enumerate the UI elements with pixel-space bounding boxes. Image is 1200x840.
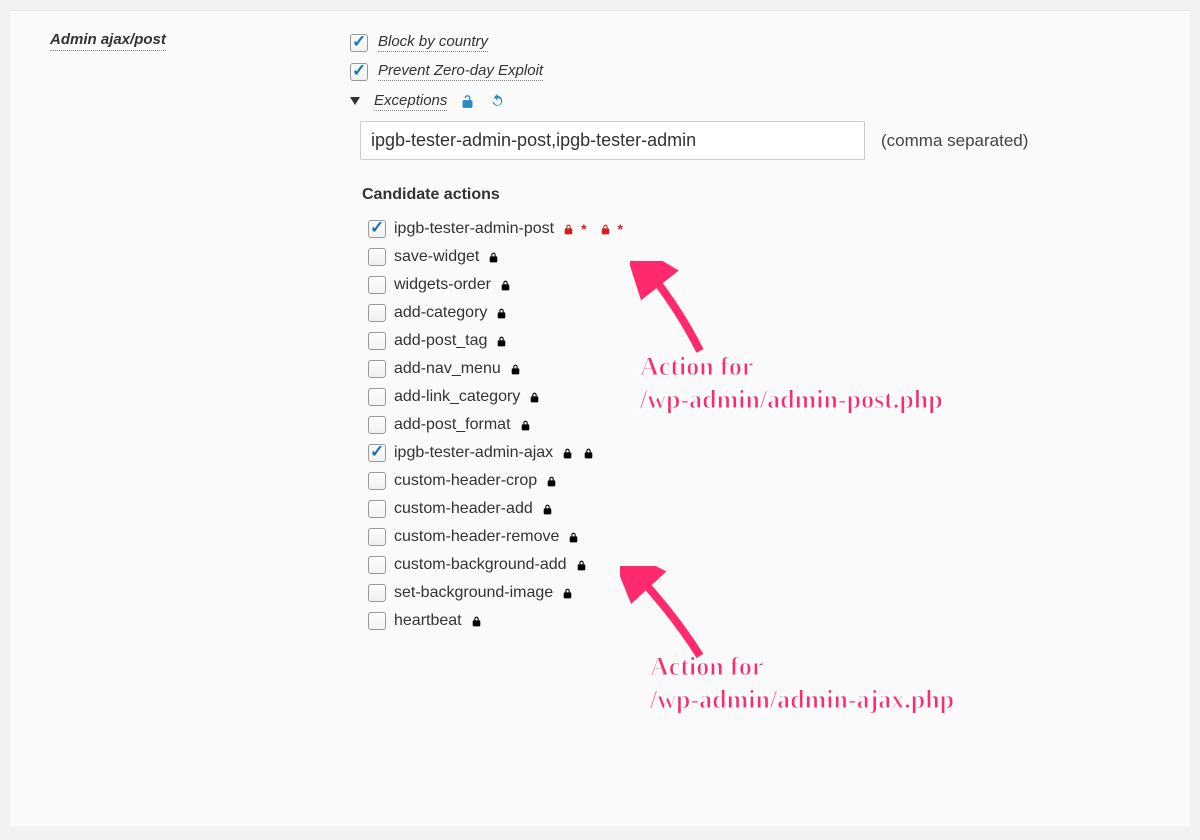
- lock-icon: [495, 306, 508, 321]
- candidate-checkbox[interactable]: [368, 584, 386, 602]
- candidate-label: add-category: [394, 304, 487, 322]
- candidate-checkbox[interactable]: [368, 248, 386, 266]
- asterisk-icon: *: [581, 221, 586, 237]
- candidate-checkbox[interactable]: [368, 612, 386, 630]
- lock-icon: [545, 474, 558, 489]
- candidate-label: custom-header-add: [394, 500, 533, 518]
- block-country-label: Block by country: [378, 33, 488, 52]
- lock-icon: [541, 502, 554, 517]
- prevent-zeroday-checkbox[interactable]: [350, 63, 368, 81]
- candidate-label: set-background-image: [394, 584, 553, 602]
- exceptions-hint: (comma separated): [881, 131, 1028, 151]
- lock-icon: [509, 362, 522, 377]
- lock-icon: [582, 446, 595, 461]
- candidate-label: add-nav_menu: [394, 360, 501, 378]
- annotation-admin-ajax: Action for/wp-admin/admin-ajax.php: [650, 651, 954, 716]
- option-row-block: Block by country: [350, 33, 1190, 52]
- candidate-checkbox[interactable]: [368, 332, 386, 350]
- refresh-icon[interactable]: [487, 91, 507, 111]
- lock-icon: [470, 614, 483, 629]
- candidate-checkbox[interactable]: [368, 500, 386, 518]
- lock-icon: [561, 446, 574, 461]
- exceptions-label: Exceptions: [374, 92, 447, 111]
- lock-icon: [575, 558, 588, 573]
- candidate-row: custom-header-crop: [368, 472, 1190, 490]
- candidate-label: custom-header-remove: [394, 528, 559, 546]
- lock-icon: [519, 418, 532, 433]
- candidate-label: heartbeat: [394, 612, 462, 630]
- candidate-list: ipgb-tester-admin-post * * save-widget widge…: [368, 220, 1190, 630]
- candidate-row: add-post_tag: [368, 332, 1190, 350]
- section-title: Admin ajax/post: [50, 31, 166, 51]
- candidate-label: add-link_category: [394, 388, 520, 406]
- collapse-triangle-icon[interactable]: [350, 93, 364, 110]
- asterisk-icon: *: [618, 221, 623, 237]
- lock-icon: [499, 278, 512, 293]
- candidate-row: add-category: [368, 304, 1190, 322]
- candidate-label: custom-header-crop: [394, 472, 537, 490]
- lock-icon: [562, 222, 575, 237]
- candidate-row: ipgb-tester-admin-ajax: [368, 444, 1190, 462]
- candidate-checkbox[interactable]: [368, 528, 386, 546]
- candidate-checkbox[interactable]: [368, 276, 386, 294]
- candidate-checkbox[interactable]: [368, 220, 386, 238]
- unlock-icon[interactable]: [457, 91, 477, 111]
- block-country-checkbox[interactable]: [350, 34, 368, 52]
- candidate-label: ipgb-tester-admin-post: [394, 220, 554, 238]
- candidate-row: heartbeat: [368, 612, 1190, 630]
- candidate-checkbox[interactable]: [368, 556, 386, 574]
- candidate-label: add-post_format: [394, 416, 511, 434]
- candidate-label: save-widget: [394, 248, 479, 266]
- candidate-row: set-background-image: [368, 584, 1190, 602]
- candidate-label: ipgb-tester-admin-ajax: [394, 444, 553, 462]
- annotation-admin-post: Action for/wp-admin/admin-post.php: [640, 351, 943, 416]
- candidate-row: custom-background-add: [368, 556, 1190, 574]
- candidate-checkbox[interactable]: [368, 444, 386, 462]
- candidate-checkbox[interactable]: [368, 416, 386, 434]
- lock-icon: [561, 586, 574, 601]
- settings-panel: Admin ajax/post Block by country Prevent…: [10, 10, 1190, 826]
- lock-icon: [599, 222, 612, 237]
- candidate-row: custom-header-remove: [368, 528, 1190, 546]
- candidate-row: widgets-order: [368, 276, 1190, 294]
- exceptions-input[interactable]: [360, 121, 865, 160]
- candidate-row: ipgb-tester-admin-post * *: [368, 220, 1190, 238]
- candidate-checkbox[interactable]: [368, 304, 386, 322]
- candidate-row: custom-header-add: [368, 500, 1190, 518]
- candidate-label: custom-background-add: [394, 556, 567, 574]
- candidate-label: widgets-order: [394, 276, 491, 294]
- option-row-prevent: Prevent Zero-day Exploit: [350, 62, 1190, 81]
- candidate-label: add-post_tag: [394, 332, 487, 350]
- candidate-checkbox[interactable]: [368, 360, 386, 378]
- lock-icon: [528, 390, 541, 405]
- candidate-row: add-post_format: [368, 416, 1190, 434]
- lock-icon: [567, 530, 580, 545]
- lock-icon: [487, 250, 500, 265]
- candidate-checkbox[interactable]: [368, 472, 386, 490]
- candidate-checkbox[interactable]: [368, 388, 386, 406]
- prevent-zeroday-label: Prevent Zero-day Exploit: [378, 62, 543, 81]
- candidate-row: save-widget: [368, 248, 1190, 266]
- exceptions-header-row: Exceptions: [350, 91, 1190, 111]
- lock-icon: [495, 334, 508, 349]
- candidates-heading: Candidate actions: [362, 186, 1190, 204]
